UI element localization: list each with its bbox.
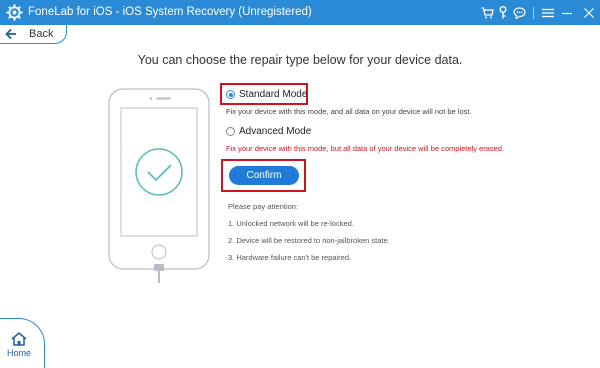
back-button[interactable]: Back [0,25,67,44]
chat-icon[interactable] [511,0,527,25]
cart-icon[interactable] [479,0,495,25]
attention-item: 3. Hardware failure can't be repaired. [228,253,352,262]
phone-screen [120,107,198,237]
page-heading: You can choose the repair type below for… [137,53,463,67]
phone-illustration [108,88,210,283]
standard-mode-option[interactable]: Standard Mode [226,89,307,100]
confirm-button[interactable]: Confirm [229,166,299,185]
menu-icon[interactable] [540,0,556,25]
advanced-mode-option[interactable]: Advanced Mode [226,126,311,137]
close-icon[interactable] [578,0,600,25]
key-icon[interactable] [495,0,511,25]
back-arrow-icon [5,28,16,40]
home-label: Home [7,348,32,358]
attention-item: 1. Unlocked network will be re-locked. [228,219,354,228]
home-icon [11,332,27,346]
phone-camera [149,97,153,100]
cable-plug [154,264,164,271]
home-button[interactable]: Home [0,318,45,368]
minimize-icon[interactable] [556,0,578,25]
standard-mode-label: Standard Mode [239,89,308,100]
window-title: FoneLab for iOS - iOS System Recovery (U… [28,6,312,18]
advanced-mode-label: Advanced Mode [239,126,312,137]
advanced-mode-radio[interactable] [226,127,235,136]
phone-speaker [156,97,171,100]
back-label: Back [29,28,54,40]
toolbar-divider [533,6,534,19]
title-bar: FoneLab for iOS - iOS System Recovery (U… [0,0,600,25]
gear-icon [6,4,23,21]
advanced-mode-description: Fix your device with this mode, but all … [226,144,505,153]
standard-mode-radio[interactable] [226,90,235,99]
attention-item: 2. Device will be restored to non-jailbr… [228,236,390,245]
standard-mode-description: Fix your device with this mode, and all … [226,107,472,116]
attention-title: Please pay attention: [228,202,299,211]
